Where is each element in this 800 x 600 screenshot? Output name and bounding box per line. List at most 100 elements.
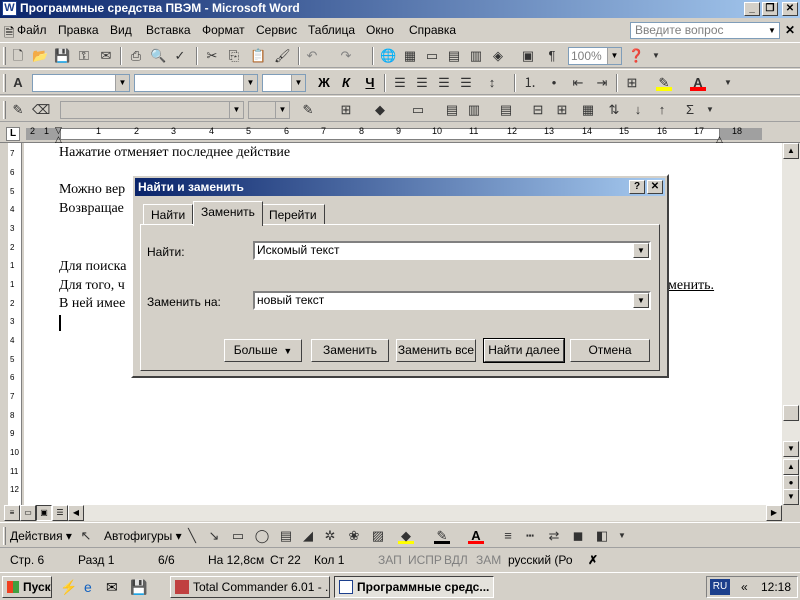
print-icon[interactable]: ⎙ [128, 48, 144, 64]
line-color-icon[interactable]: ✎ [434, 528, 450, 544]
spelling-status-icon[interactable]: ✗ [588, 553, 598, 567]
oval-icon[interactable]: ◯ [254, 528, 270, 544]
permission-icon[interactable]: ⚿ [76, 48, 92, 64]
paste-icon[interactable]: 📋 [250, 48, 266, 64]
status-extend[interactable]: ВДЛ [444, 553, 468, 567]
menu-window[interactable]: Окно [366, 23, 394, 37]
justify-icon[interactable]: ☰ [458, 75, 474, 91]
task-total-commander[interactable]: Total Commander 6.01 - ... [170, 576, 330, 598]
autoformat-icon[interactable]: ▦ [580, 102, 596, 118]
styles-pane-icon[interactable]: A [10, 75, 26, 91]
dialog-close-button[interactable]: ✕ [647, 180, 663, 194]
next-page-icon[interactable]: ▼ [783, 489, 799, 505]
toolbar-grip[interactable] [3, 101, 6, 119]
help-icon[interactable]: ❓ [628, 48, 644, 64]
distribute-columns-icon[interactable]: ⊞ [554, 102, 570, 118]
menu-insert[interactable]: Вставка [146, 23, 191, 37]
tab-selector-icon[interactable]: L [6, 127, 20, 141]
scroll-right-icon[interactable]: ▶ [766, 505, 782, 521]
email-icon[interactable]: ✉ [98, 48, 114, 64]
line-icon[interactable]: ╲ [184, 528, 200, 544]
internet-explorer-icon[interactable]: e [84, 579, 92, 595]
3d-style-icon[interactable]: ◧ [594, 528, 610, 544]
replace-all-button[interactable]: Заменить все [396, 339, 476, 362]
print-layout-icon[interactable]: ▣ [36, 505, 52, 521]
chevron-down-icon[interactable]: ▼ [275, 102, 289, 118]
chevron-down-icon[interactable]: ▼ [633, 293, 649, 308]
split-cells-icon[interactable]: ▥ [466, 102, 482, 118]
status-record[interactable]: ЗАП [378, 553, 402, 567]
toolbar-options-icon[interactable]: ▼ [614, 528, 630, 544]
normal-view-icon[interactable]: ≡ [4, 505, 20, 521]
outline-view-icon[interactable]: ☰ [52, 505, 68, 521]
menu-file[interactable]: Файл [17, 23, 47, 37]
align-right-icon[interactable]: ☰ [436, 75, 452, 91]
toolbar-grip[interactable] [3, 47, 6, 65]
spelling-icon[interactable]: ✓ [172, 48, 188, 64]
shading-color-icon[interactable]: ◆ [372, 102, 388, 118]
align-icon[interactable]: ▤ [498, 102, 514, 118]
vertical-ruler[interactable]: 7 6 5 4 3 2 1 1 2 3 4 5 6 7 8 9 10 11 12 [8, 143, 22, 505]
merge-cells-icon[interactable]: ▤ [444, 102, 460, 118]
help-question-input[interactable]: Введите вопрос [630, 22, 780, 39]
decrease-indent-icon[interactable]: ⇤ [570, 75, 586, 91]
outlook-icon[interactable]: ✉ [106, 579, 118, 596]
new-document-icon[interactable]: 🗋 [10, 48, 26, 64]
tab-find[interactable]: Найти [143, 204, 194, 225]
cancel-button[interactable]: Отмена [570, 339, 650, 362]
minimize-button[interactable]: _ [744, 2, 760, 16]
wordart-icon[interactable]: ◢ [300, 528, 316, 544]
chevron-down-icon[interactable]: ▼ [229, 102, 243, 118]
toolbar-grip[interactable] [3, 527, 6, 545]
chevron-down-icon[interactable]: ▼ [115, 75, 129, 91]
sort-descending-icon[interactable]: ↑ [654, 102, 670, 118]
replace-input[interactable]: новый текст ▼ [253, 291, 651, 310]
borders-icon[interactable]: ⊞ [624, 75, 640, 91]
insert-table-icon[interactable]: ▭ [424, 48, 440, 64]
more-button[interactable]: Больше ▼ [224, 339, 302, 362]
increase-indent-icon[interactable]: ⇥ [594, 75, 610, 91]
text-box-icon[interactable]: ▤ [278, 528, 294, 544]
web-layout-icon[interactable]: ▭ [20, 505, 36, 521]
document-map-icon[interactable]: ▣ [520, 48, 536, 64]
align-left-icon[interactable]: ☰ [392, 75, 408, 91]
scroll-left-icon[interactable]: ◀ [68, 505, 84, 521]
dash-style-icon[interactable]: ┅ [522, 528, 538, 544]
horizontal-scrollbar[interactable]: ≡ ▭ ▣ ☰ ◀ ▶ [0, 505, 800, 521]
maximize-button[interactable]: ❐ [762, 2, 778, 16]
line-style-select[interactable]: ▼ [60, 101, 244, 119]
word-app-icon[interactable]: W [2, 1, 17, 16]
style-select[interactable]: ▼ [32, 74, 130, 92]
chevron-down-icon[interactable]: ▼ [291, 75, 305, 91]
bullets-icon[interactable]: • [546, 75, 562, 91]
eraser-icon[interactable]: ⌫ [32, 102, 50, 118]
insert-excel-icon[interactable]: ▤ [446, 48, 462, 64]
horizontal-ruler[interactable]: L 2 1 1 2 3 4 5 6 7 8 9 10 11 12 13 14 1… [0, 125, 800, 144]
arrow-icon[interactable]: ↘ [206, 528, 222, 544]
underline-button[interactable]: Ч [362, 75, 378, 91]
copy-icon[interactable]: ⎘ [226, 48, 242, 64]
dialog-title-bar[interactable]: Найти и заменить ? ✕ [135, 178, 665, 196]
vertical-scrollbar[interactable]: ▲ ▼ ▲ ● ▼ [782, 143, 800, 505]
font-size-select[interactable]: ▼ [262, 74, 306, 92]
replace-button[interactable]: Заменить [311, 339, 389, 362]
help-dropdown-arrow-icon[interactable]: ▼ [768, 26, 776, 35]
format-painter-icon[interactable]: 🖌 [274, 48, 291, 64]
fill-color-icon[interactable]: ◆ [398, 528, 414, 544]
line-spacing-icon[interactable]: ↕ [484, 75, 500, 91]
menu-tools[interactable]: Сервис [256, 23, 297, 37]
tab-goto[interactable]: Перейти [261, 204, 325, 225]
select-objects-icon[interactable]: ↖ [78, 528, 94, 544]
line-weight-select[interactable]: ▼ [248, 101, 290, 119]
font-select[interactable]: ▼ [134, 74, 258, 92]
start-button[interactable]: Пуск [2, 576, 52, 598]
toolbar-grip[interactable] [3, 74, 6, 92]
close-button[interactable]: ✕ [782, 2, 798, 16]
find-next-button[interactable]: Найти далее [483, 338, 565, 363]
dialog-help-button[interactable]: ? [629, 180, 645, 194]
italic-button[interactable]: К [338, 75, 354, 91]
numbering-icon[interactable]: ⒈ [522, 75, 538, 91]
zoom-select[interactable]: 100% ▼ [568, 47, 622, 65]
sort-ascending-icon[interactable]: ↓ [630, 102, 646, 118]
clock[interactable]: 12:18 [761, 580, 791, 594]
